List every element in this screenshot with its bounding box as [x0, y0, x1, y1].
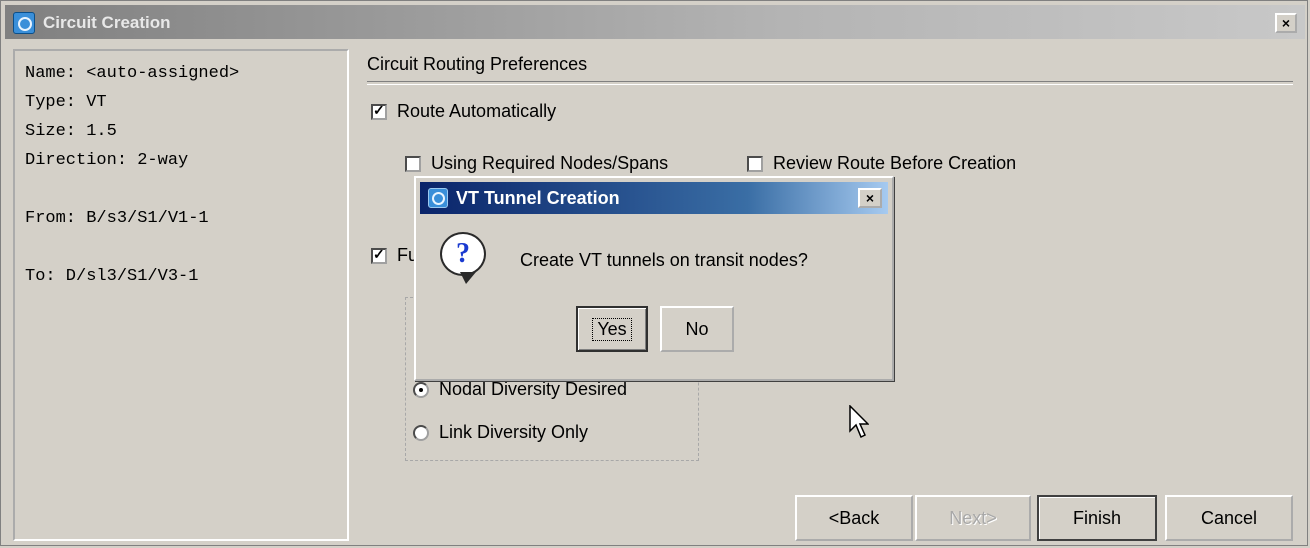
app-icon — [13, 12, 35, 34]
dialog-close-button[interactable]: × — [858, 188, 882, 208]
fully-protected-checkbox[interactable] — [371, 246, 387, 264]
fully-protected-option[interactable]: Fu — [371, 245, 418, 266]
nodal-diversity-label: Nodal Diversity Desired — [439, 379, 628, 399]
mouse-pointer-icon — [849, 405, 869, 439]
window-titlebar[interactable]: Circuit Creation × — [5, 5, 1305, 39]
review-route-option[interactable]: Review Route Before Creation — [747, 153, 1016, 174]
route-automatically-label: Route Automatically — [397, 101, 557, 121]
nodal-diversity-radio[interactable] — [413, 381, 429, 398]
routing-section-title: Circuit Routing Preferences — [367, 54, 588, 74]
required-nodes-checkbox[interactable] — [405, 155, 421, 172]
review-route-checkbox[interactable] — [747, 155, 763, 172]
required-nodes-label: Using Required Nodes/Spans — [431, 153, 669, 173]
link-diversity-label: Link Diversity Only — [439, 422, 589, 442]
summary-spacer — [25, 175, 337, 204]
yes-button[interactable]: Yes — [576, 306, 648, 352]
link-diversity-option[interactable]: Link Diversity Only — [413, 422, 588, 443]
summary-direction: Direction: 2-way — [25, 151, 189, 170]
cancel-button[interactable]: Cancel — [1165, 495, 1293, 541]
dialog-title: VT Tunnel Creation — [456, 188, 620, 208]
circuit-summary-panel: Name: <auto-assigned> Type: VT Size: 1.5… — [13, 49, 349, 541]
section-divider — [367, 81, 1293, 85]
summary-from: From: B/s3/S1/V1-1 — [25, 209, 209, 228]
review-route-label: Review Route Before Creation — [773, 153, 1017, 173]
link-diversity-radio[interactable] — [413, 424, 429, 441]
window-close-button[interactable]: × — [1275, 13, 1297, 33]
route-automatically-checkbox[interactable] — [371, 102, 387, 120]
yes-button-label: Yes — [592, 317, 632, 341]
summary-spacer — [25, 233, 337, 262]
vt-tunnel-dialog: VT Tunnel Creation × ? Create VT tunnels… — [414, 176, 894, 381]
summary-size: Size: 1.5 — [25, 122, 117, 141]
window-title: Circuit Creation — [43, 13, 171, 32]
next-button[interactable]: Next> — [915, 495, 1031, 541]
summary-name: Name: <auto-assigned> — [25, 64, 240, 83]
back-button[interactable]: <Back — [795, 495, 913, 541]
no-button[interactable]: No — [660, 306, 734, 352]
nodal-diversity-option[interactable]: Nodal Diversity Desired — [413, 379, 627, 400]
question-icon: ? — [440, 232, 486, 284]
summary-to: To: D/sl3/S1/V3-1 — [25, 267, 199, 286]
required-nodes-option[interactable]: Using Required Nodes/Spans — [405, 153, 668, 174]
dialog-titlebar[interactable]: VT Tunnel Creation × — [420, 182, 888, 214]
dialog-message: Create VT tunnels on transit nodes? — [520, 250, 808, 270]
summary-type: Type: VT — [25, 93, 107, 112]
app-icon — [428, 188, 448, 208]
finish-button[interactable]: Finish — [1037, 495, 1157, 541]
route-automatically-option[interactable]: Route Automatically — [371, 101, 556, 122]
